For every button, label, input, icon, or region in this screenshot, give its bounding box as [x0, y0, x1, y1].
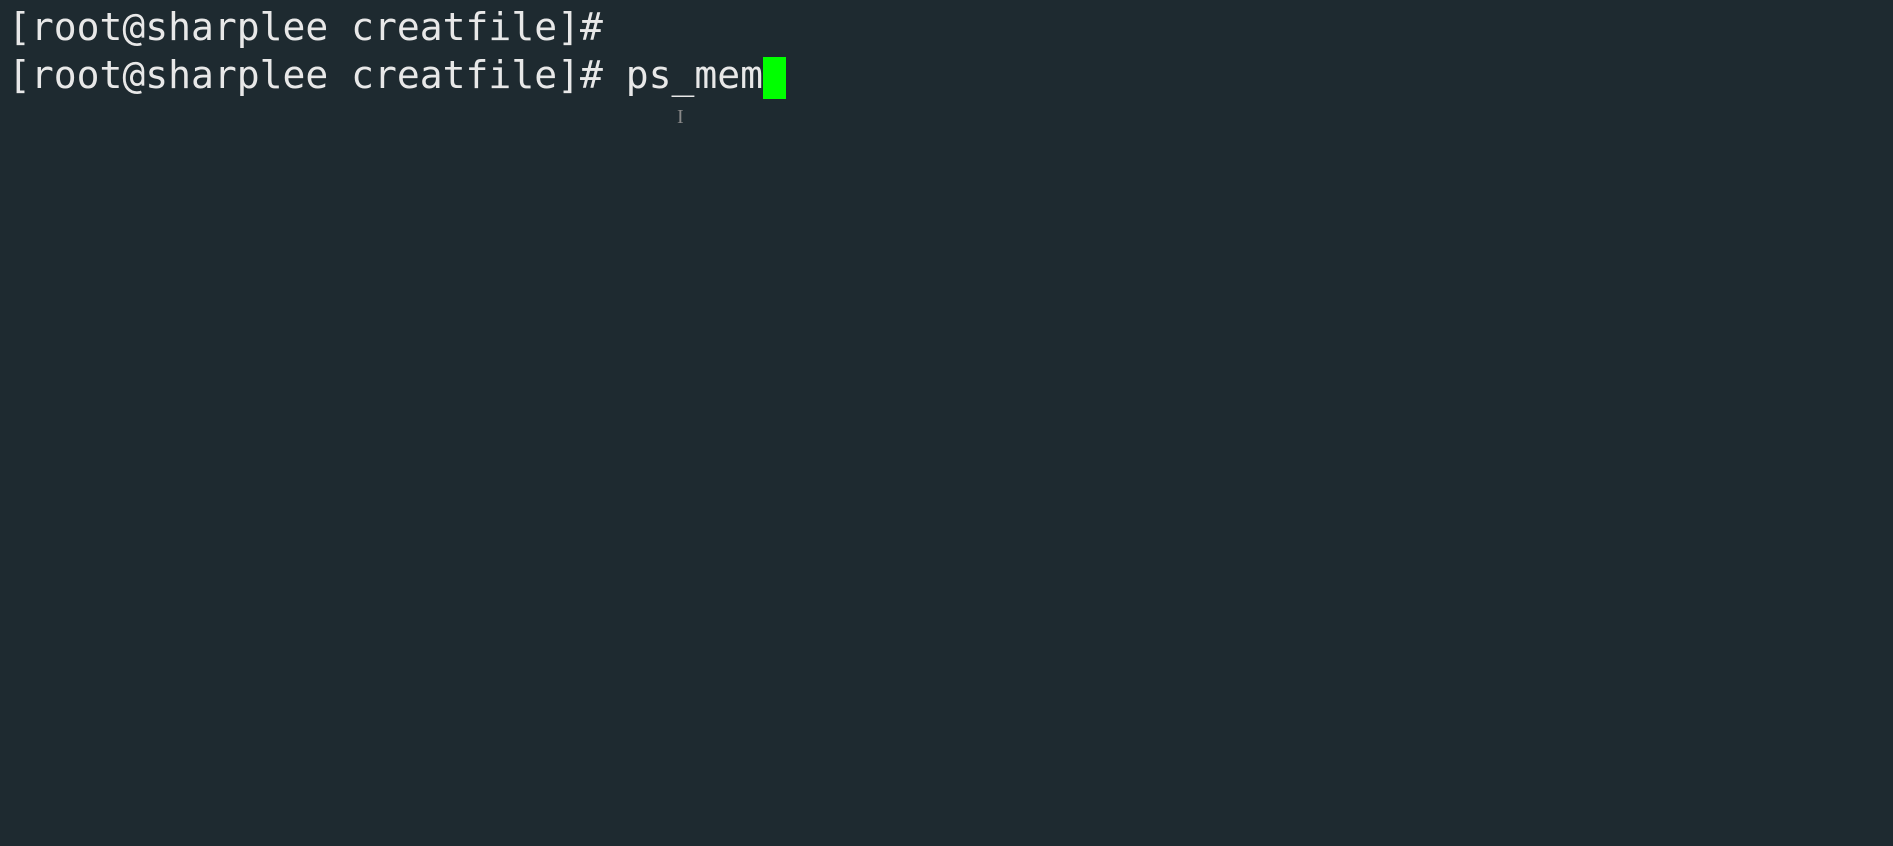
prompt-1: [root@sharplee creatfile]#	[8, 5, 603, 49]
terminal-line-1: [root@sharplee creatfile]#	[8, 4, 1885, 52]
terminal-cursor	[763, 57, 786, 99]
prompt-2: [root@sharplee creatfile]#	[8, 53, 603, 97]
command-2: ps_mem	[603, 53, 763, 97]
mouse-text-cursor-icon: I	[677, 106, 684, 129]
terminal-line-2[interactable]: [root@sharplee creatfile]# ps_mem	[8, 52, 1885, 100]
